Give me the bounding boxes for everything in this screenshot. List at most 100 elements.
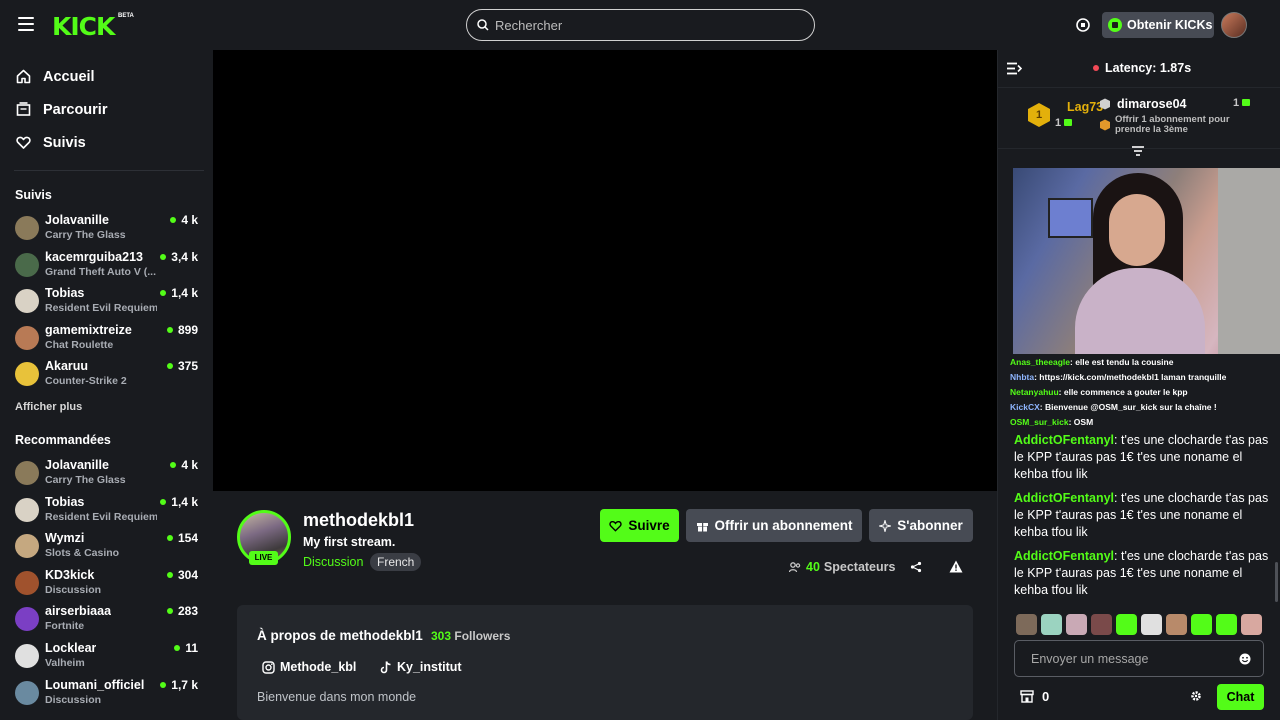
emote-icon[interactable] [1016, 614, 1037, 635]
channel-category: Valheim [45, 656, 85, 669]
sidebar-channel[interactable]: Locklear Valheim 11 [0, 640, 213, 677]
search-input[interactable] [495, 17, 785, 33]
left-sidebar: Accueil Parcourir Suivis Suivis Jolavani… [0, 50, 213, 720]
leaderboard-user-1[interactable]: Lag73 [1067, 100, 1103, 114]
emote-icon[interactable] [1091, 614, 1112, 635]
kicks-icon [1064, 119, 1073, 126]
sidebar-channel[interactable]: Akaruu Counter-Strike 2 375 [0, 358, 213, 395]
leaderboard-count-1: 1 [1055, 117, 1073, 129]
chat-message-user[interactable]: AddictOFentanyl [1014, 433, 1114, 447]
sidebar-channel[interactable]: Jolavanille Carry The Glass 4 k [0, 212, 213, 249]
browse-icon [16, 102, 31, 116]
sidebar-channel[interactable]: Jolavanille Carry The Glass 4 k [0, 457, 213, 494]
channel-viewer-count: 1,4 k [171, 286, 198, 301]
sidebar-channel[interactable]: Tobias Resident Evil Requiem 1,4 k [0, 285, 213, 322]
chat-message-user[interactable]: AddictOFentanyl [1014, 491, 1114, 505]
heart-icon [16, 136, 31, 149]
sidebar-channel[interactable]: KD3kick Discussion 304 [0, 567, 213, 604]
user-avatar[interactable] [1221, 12, 1247, 38]
gift-leaderboard: 1 Lag73 1 dimarose04 1 Offrir 1 abonneme… [998, 87, 1280, 149]
overlay-chat-text: https://kick.com/methodekbl1 laman tranq… [1039, 372, 1227, 382]
nav-home-label: Accueil [43, 68, 95, 85]
home-icon [16, 69, 31, 84]
emote-icon[interactable] [1141, 614, 1162, 635]
notification-icon[interactable] [1075, 17, 1091, 33]
live-dot [166, 535, 173, 542]
channel-viewer-count: 1,7 k [171, 677, 198, 692]
channel-viewer-count: 1,4 k [171, 494, 198, 509]
about-title: À propos de methodekbl1 [257, 628, 423, 643]
overlay-chat-line: Nhbta: https://kick.com/methodekbl1 lama… [1010, 372, 1227, 382]
channel-category: Fortnite [45, 620, 85, 633]
stream-category-link[interactable]: Discussion [303, 555, 363, 569]
overlay-chat-text: elle commence a gouter le kpp [1063, 387, 1188, 397]
overlay-chat-line: OSM_sur_kick: OSM [1010, 417, 1094, 427]
sidebar-channel[interactable]: gamemixtreize Chat Roulette 899 [0, 322, 213, 359]
overlay-chat-line: Netanyahuu: elle commence a gouter le kp… [1010, 387, 1188, 397]
chat-input[interactable] [1031, 651, 1221, 666]
language-tag[interactable]: French [370, 553, 422, 571]
emoji-icon[interactable] [1239, 653, 1251, 665]
get-kicks-button[interactable]: Obtenir KICKs [1102, 12, 1214, 38]
search-bar[interactable] [466, 9, 815, 41]
chat-settings-icon[interactable] [1190, 690, 1202, 702]
channel-name: Locklear [45, 640, 97, 655]
tiktok-link[interactable]: Ky_institut [380, 660, 462, 674]
sidebar-channel[interactable]: Wymzi Slots & Casino 154 [0, 530, 213, 567]
report-icon[interactable] [949, 560, 963, 573]
emote-icon[interactable] [1041, 614, 1062, 635]
send-chat-button[interactable]: Chat [1217, 684, 1264, 710]
leaderboard-user-2[interactable]: dimarose04 [1117, 97, 1186, 111]
follow-button[interactable]: Suivre [600, 509, 679, 542]
collapse-chat-icon[interactable] [1007, 62, 1022, 75]
latency-indicator: Latency: 1.87s [1093, 61, 1191, 75]
sidebar-channel[interactable]: airserbiaaa Fortnite 283 [0, 603, 213, 640]
kicks-icon [1242, 99, 1251, 106]
channel-category: Resident Evil Requiem [45, 510, 157, 523]
emote-icon[interactable] [1116, 614, 1137, 635]
sidebar-channel[interactable]: kacemrguiba213 Grand Theft Auto V (... 3,4… [0, 249, 213, 286]
share-icon[interactable] [910, 561, 922, 573]
video-player[interactable] [213, 50, 997, 491]
channel-viewers: 375 [166, 359, 198, 373]
instagram-link[interactable]: Methode_kbl [262, 660, 356, 674]
leaderboard-offer-text: Offrir 1 abonnement pour prendre la 3ème [1115, 114, 1230, 135]
nav-home[interactable]: Accueil [0, 60, 213, 93]
top-bar: KICK BETA Obtenir KICKs [0, 0, 1280, 50]
emote-icon[interactable] [1191, 614, 1212, 635]
store-icon [1020, 690, 1034, 703]
streamer-name[interactable]: methodekbl1 [303, 510, 414, 531]
show-more-link[interactable]: Afficher plus [0, 401, 213, 413]
nav-browse[interactable]: Parcourir [0, 93, 213, 126]
overlay-chat-line: KickCX: Bienvenue @OSM_sur_kick sur la c… [1010, 402, 1217, 412]
about-description: Bienvenue dans mon monde [257, 690, 417, 704]
channel-points[interactable]: 0 [1020, 689, 1049, 704]
filter-icon[interactable] [1131, 145, 1145, 157]
chat-scrollbar[interactable] [1275, 562, 1278, 602]
follow-label: Suivre [628, 518, 670, 533]
channel-info: Tobias Resident Evil Requiem [45, 285, 157, 315]
tiktok-label: Ky_institut [397, 660, 462, 674]
sidebar-channel[interactable]: Loumani_officiel Discussion 1,7 k [0, 677, 213, 714]
nav-following[interactable]: Suivis [0, 126, 213, 159]
recommended-title: Recommandées [15, 432, 111, 447]
channel-viewers: 1,4 k [160, 286, 198, 300]
emote-icon[interactable] [1241, 614, 1262, 635]
chat-input-box[interactable] [1014, 640, 1264, 677]
emote-icon[interactable] [1166, 614, 1187, 635]
chat-message-user[interactable]: AddictOFentanyl [1014, 549, 1114, 563]
chat-header: Latency: 1.87s [998, 50, 1280, 87]
gift-badge-icon [1100, 119, 1110, 131]
emote-icon[interactable] [1216, 614, 1237, 635]
kick-logo[interactable]: KICK [52, 12, 115, 41]
sidebar-channel[interactable]: Tobias Resident Evil Requiem 1,4 k [0, 494, 213, 531]
overlay-chat-user: OSM_sur_kick [1010, 417, 1069, 427]
subscribe-button[interactable]: S'abonner [869, 509, 973, 542]
channel-viewers: 11 [174, 641, 198, 655]
menu-icon[interactable] [18, 17, 34, 31]
emote-icon[interactable] [1066, 614, 1087, 635]
channel-info: KD3kick Discussion [45, 567, 101, 597]
channel-name: Tobias [45, 286, 85, 301]
gift-subscription-button[interactable]: Offrir un abonnement [686, 509, 862, 542]
about-card: À propos de methodekbl1 303 Followers Me… [237, 605, 973, 720]
